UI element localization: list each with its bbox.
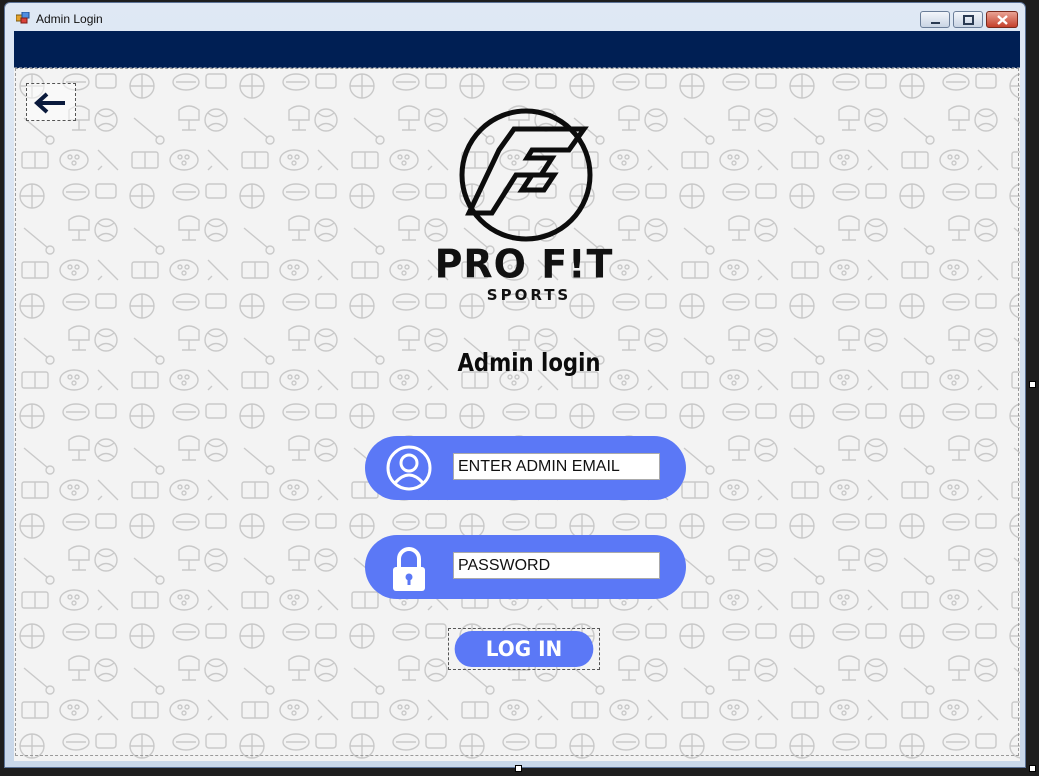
maximize-button[interactable] xyxy=(953,11,983,28)
pro-fit-logo-icon xyxy=(459,108,593,242)
email-field[interactable] xyxy=(453,453,660,480)
close-button[interactable] xyxy=(986,11,1018,28)
back-button[interactable] xyxy=(26,83,76,121)
admin-login-window: Admin Login PRO F!T SPORTS Admin login E… xyxy=(4,2,1036,772)
password-row xyxy=(365,535,686,599)
brand-tagline: SPORTS xyxy=(486,286,572,304)
resize-handle-bottom[interactable] xyxy=(515,765,522,772)
email-row xyxy=(365,436,686,500)
title-bar[interactable]: Admin Login xyxy=(5,3,1025,33)
page-title: Admin login xyxy=(457,348,601,377)
minimize-button[interactable] xyxy=(920,11,950,28)
resize-handle-corner[interactable] xyxy=(1029,765,1036,772)
header-band xyxy=(14,31,1020,68)
app-icon xyxy=(16,12,30,24)
maximize-icon xyxy=(963,15,974,25)
brand-name: PRO F!T xyxy=(434,241,614,287)
login-button-frame: LOG IN xyxy=(448,628,600,670)
lock-icon xyxy=(393,547,425,591)
resize-handle-right[interactable] xyxy=(1029,381,1036,388)
password-field[interactable] xyxy=(453,552,660,579)
login-button[interactable]: LOG IN xyxy=(454,631,594,667)
form-client-area: PRO F!T SPORTS Admin login LOG IN xyxy=(14,31,1020,761)
minimize-icon xyxy=(931,22,940,24)
window-title: Admin Login xyxy=(36,12,103,26)
user-icon xyxy=(386,445,432,491)
arrow-left-icon xyxy=(34,92,65,114)
close-icon xyxy=(997,15,1008,25)
